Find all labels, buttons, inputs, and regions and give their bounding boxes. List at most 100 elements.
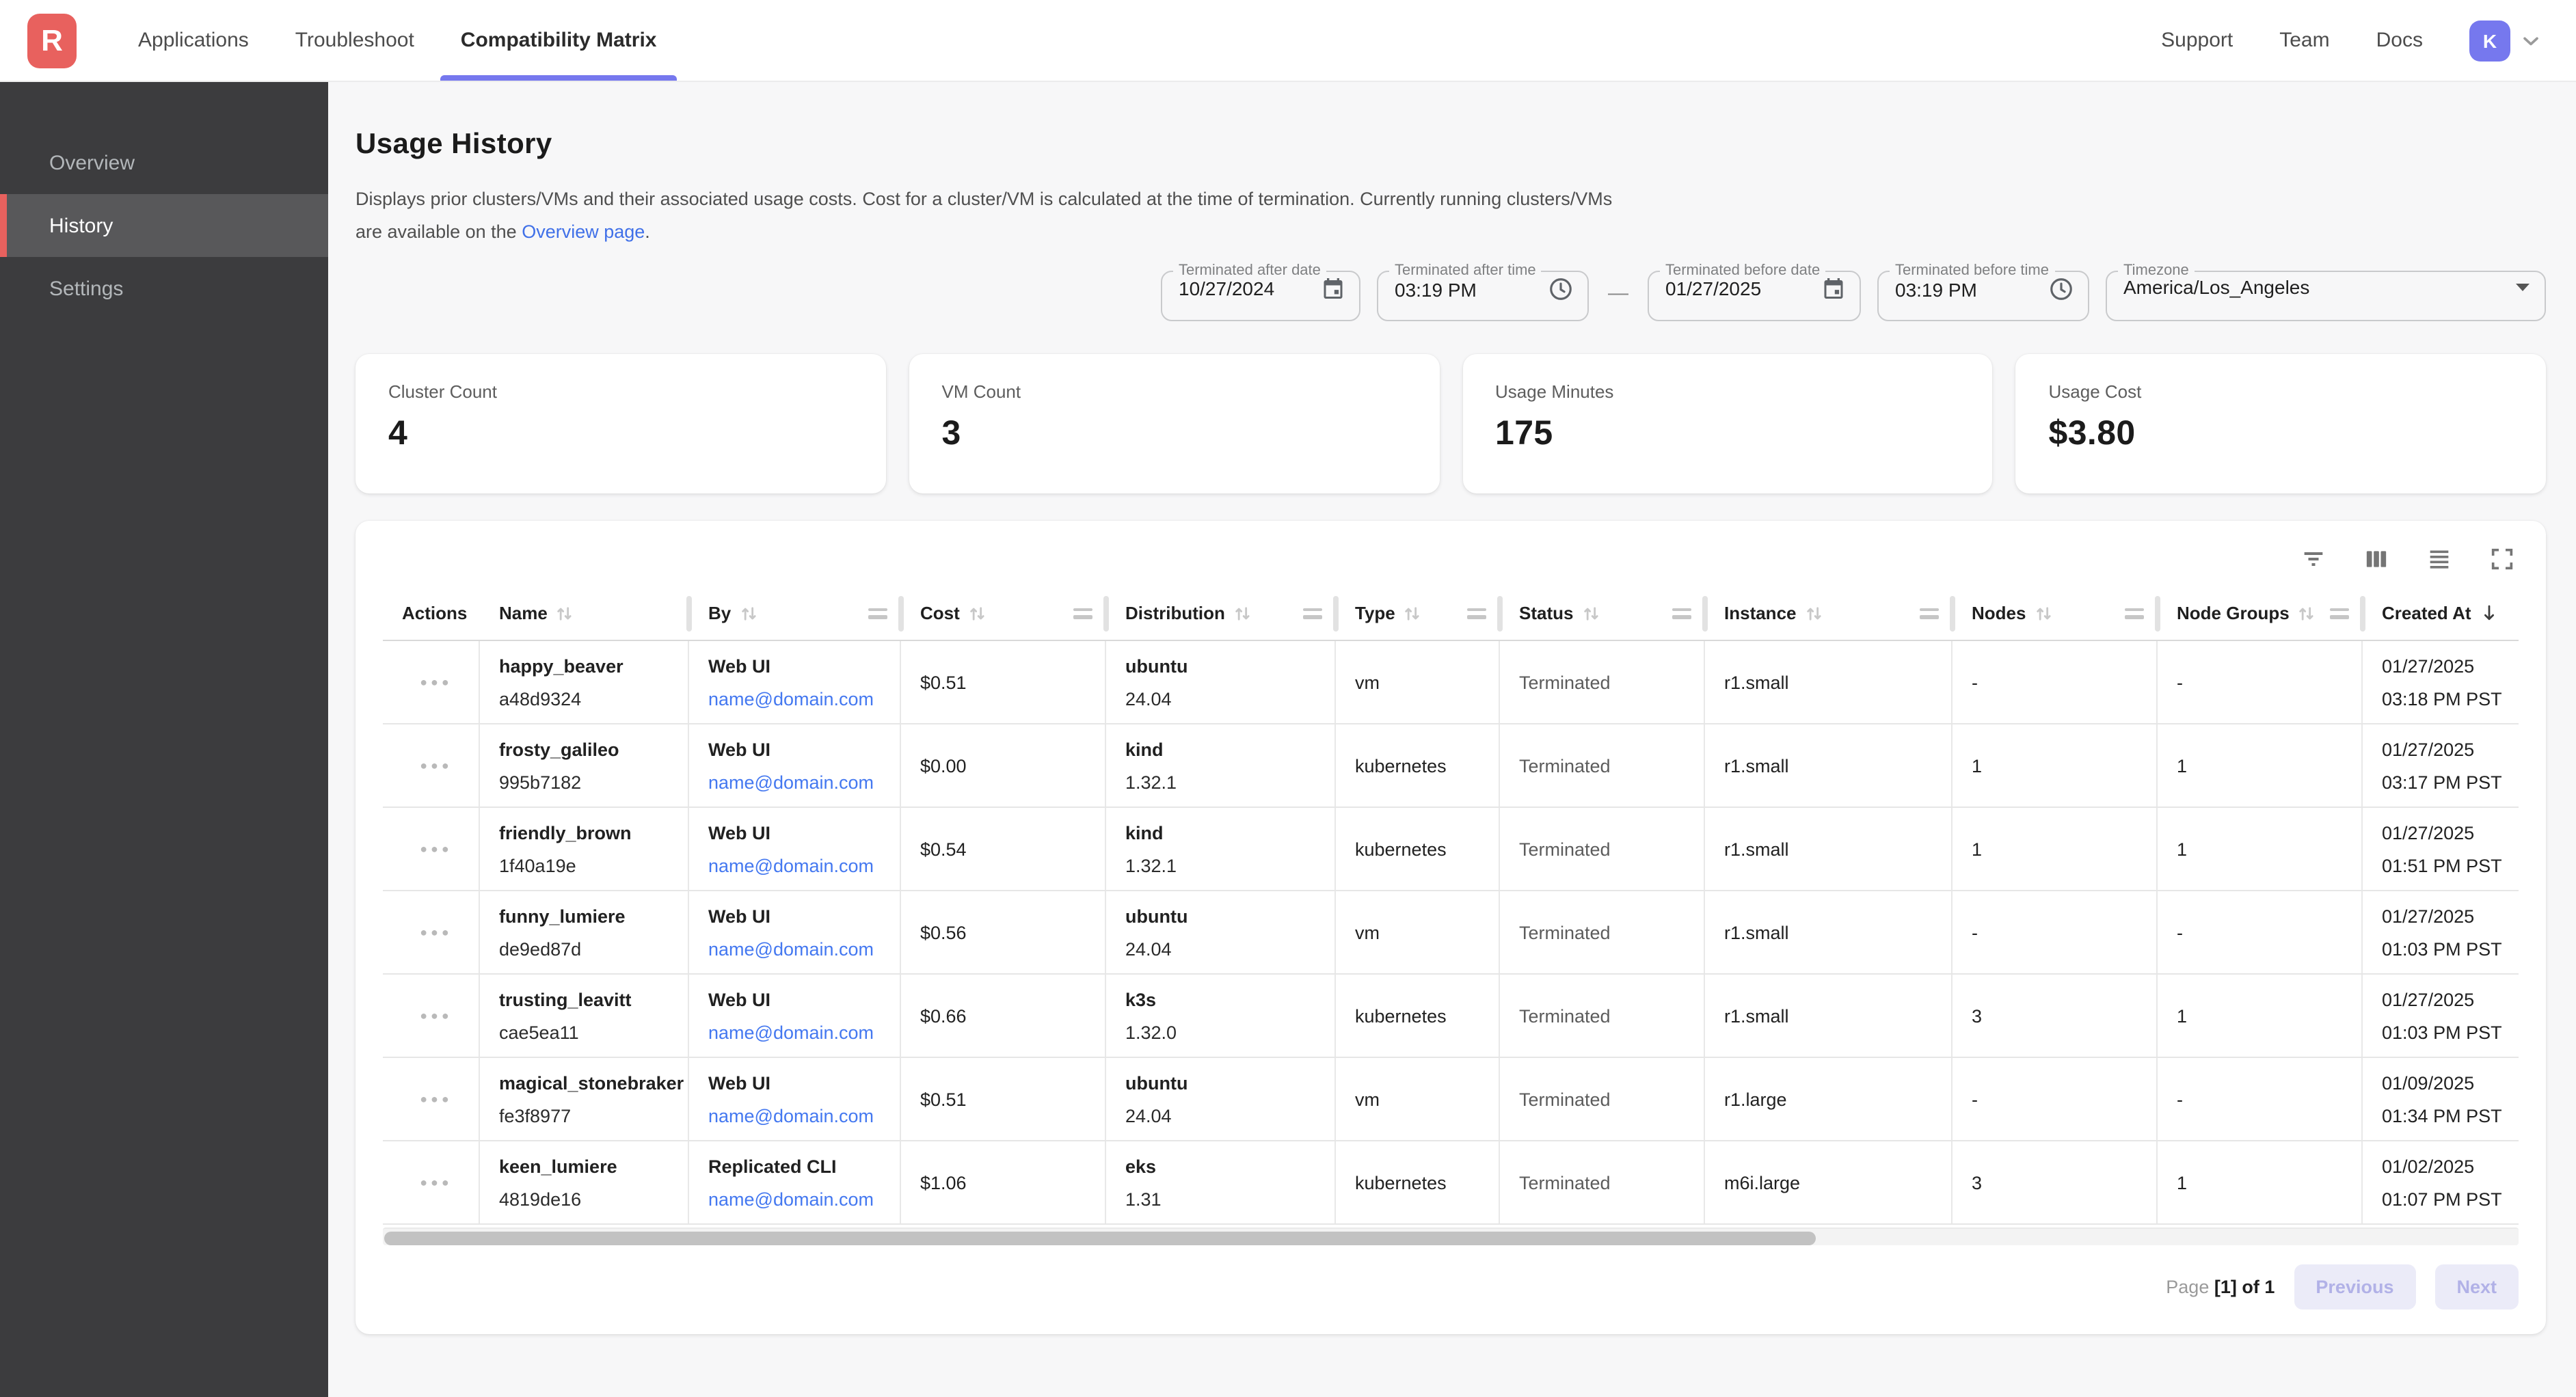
sort-icon[interactable] <box>2298 604 2317 623</box>
column-menu-icon[interactable] <box>1672 608 1691 619</box>
terminated-before-time-field[interactable]: Terminated before time 03:19 PM <box>1877 265 2089 322</box>
cost-cell: $0.51 <box>901 642 1106 724</box>
column-resize-handle[interactable] <box>1103 597 1109 632</box>
filter-icon[interactable] <box>2300 546 2327 573</box>
calendar-icon[interactable] <box>1321 277 1345 301</box>
terminated-before-date-field[interactable]: Terminated before date 01/27/2025 <box>1648 265 1861 322</box>
column-header-instance[interactable]: Instance <box>1705 587 1953 640</box>
sort-icon[interactable] <box>556 604 575 623</box>
cost-value: $0.00 <box>920 756 1097 776</box>
status-value: Terminated <box>1519 756 1695 776</box>
created-by-email-link[interactable]: name@domain.com <box>708 689 891 709</box>
node-groups-cell: - <box>2158 1059 2363 1141</box>
nav-link-support[interactable]: Support <box>2161 29 2233 52</box>
sidebar-item-settings[interactable]: Settings <box>0 257 328 320</box>
columns-icon[interactable] <box>2363 546 2390 573</box>
column-header-nodes[interactable]: Nodes <box>1953 587 2158 640</box>
fullscreen-icon[interactable] <box>2488 546 2516 573</box>
timezone-select[interactable]: Timezone America/Los_Angeles <box>2106 265 2546 322</box>
density-icon[interactable] <box>2426 546 2453 573</box>
terminated-after-time-field[interactable]: Terminated after time 03:19 PM <box>1377 265 1589 322</box>
column-menu-icon[interactable] <box>1073 608 1092 619</box>
created-by-email-link[interactable]: name@domain.com <box>708 856 891 876</box>
column-menu-icon[interactable] <box>1467 608 1486 619</box>
instance-cell: r1.small <box>1705 642 1953 724</box>
row-actions-menu-icon[interactable]: ●●● <box>420 676 453 690</box>
nav-link-team[interactable]: Team <box>2279 29 2329 52</box>
sidebar-item-overview[interactable]: Overview <box>0 131 328 194</box>
next-button[interactable]: Next <box>2434 1265 2519 1310</box>
column-header-created-at[interactable]: Created At <box>2363 587 2519 640</box>
column-menu-icon[interactable] <box>1920 608 1939 619</box>
cluster-name: happy_beaver <box>499 656 680 677</box>
scrollbar-thumb[interactable] <box>384 1232 1815 1245</box>
app-logo[interactable]: R <box>27 13 77 68</box>
sort-icon[interactable] <box>968 604 987 623</box>
column-menu-icon[interactable] <box>1303 608 1322 619</box>
row-actions-menu-icon[interactable]: ●●● <box>420 926 453 940</box>
sort-icon[interactable] <box>1581 604 1600 623</box>
created-by-email-link[interactable]: name@domain.com <box>708 1022 891 1043</box>
previous-button[interactable]: Previous <box>2294 1265 2415 1310</box>
column-header-name[interactable]: Name <box>480 587 689 640</box>
created-date: 01/27/2025 <box>2382 740 2510 760</box>
row-actions-menu-icon[interactable]: ●●● <box>420 1176 453 1190</box>
nav-tab-compatibility-matrix[interactable]: Compatibility Matrix <box>438 0 680 81</box>
calendar-icon[interactable] <box>1821 277 1846 301</box>
row-actions-menu-icon[interactable]: ●●● <box>420 1093 453 1107</box>
nodes-cell: - <box>1953 1059 2158 1141</box>
column-resize-handle[interactable] <box>1497 597 1503 632</box>
nav-link-docs[interactable]: Docs <box>2376 29 2423 52</box>
row-actions-menu-icon[interactable]: ●●● <box>420 759 453 773</box>
clock-icon[interactable] <box>2048 277 2074 303</box>
created-by-source: Web UI <box>708 823 891 843</box>
column-menu-icon[interactable] <box>2330 608 2349 619</box>
sidebar: Overview History Settings <box>0 82 328 1397</box>
row-actions-menu-icon[interactable]: ●●● <box>420 843 453 856</box>
cluster-name: frosty_galileo <box>499 740 680 760</box>
created-at-cell: 01/27/2025 03:17 PM PST <box>2363 725 2519 807</box>
column-resize-handle[interactable] <box>2360 597 2365 632</box>
sort-icon[interactable] <box>1805 604 1824 623</box>
created-by-email-link[interactable]: name@domain.com <box>708 939 891 960</box>
column-resize-handle[interactable] <box>686 597 692 632</box>
sort-icon[interactable] <box>739 604 758 623</box>
distribution-name: kind <box>1125 740 1326 760</box>
column-header-node-groups[interactable]: Node Groups <box>2158 587 2363 640</box>
terminated-after-date-field[interactable]: Terminated after date 10/27/2024 <box>1161 265 1360 322</box>
column-resize-handle[interactable] <box>898 597 904 632</box>
sort-icon[interactable] <box>2034 604 2053 623</box>
column-menu-icon[interactable] <box>2125 608 2144 619</box>
node-groups-value: - <box>2177 923 2353 943</box>
nav-tabs: Applications Troubleshoot Compatibility … <box>115 0 680 81</box>
by-cell: Web UI name@domain.com <box>689 642 901 724</box>
column-header-type[interactable]: Type <box>1336 587 1500 640</box>
active-item-accent <box>0 194 7 257</box>
description-period: . <box>645 221 650 241</box>
nav-tab-applications[interactable]: Applications <box>115 0 272 81</box>
sort-icon[interactable] <box>1233 604 1252 623</box>
column-header-status[interactable]: Status <box>1500 587 1705 640</box>
column-header-distribution[interactable]: Distribution <box>1106 587 1336 640</box>
column-header-by[interactable]: By <box>689 587 901 640</box>
column-menu-icon[interactable] <box>868 608 887 619</box>
nav-tab-troubleshoot[interactable]: Troubleshoot <box>272 0 438 81</box>
row-actions-cell: ●●● <box>383 642 480 724</box>
column-resize-handle[interactable] <box>1702 597 1708 632</box>
created-by-email-link[interactable]: name@domain.com <box>708 772 891 793</box>
column-header-cost[interactable]: Cost <box>901 587 1106 640</box>
overview-page-link[interactable]: Overview page <box>522 221 645 241</box>
sort-icon[interactable] <box>1404 604 1423 623</box>
column-resize-handle[interactable] <box>1333 597 1339 632</box>
name-cell: magical_stonebraker fe3f8977 <box>480 1059 689 1141</box>
row-actions-menu-icon[interactable]: ●●● <box>420 1009 453 1023</box>
created-by-email-link[interactable]: name@domain.com <box>708 1106 891 1126</box>
column-resize-handle[interactable] <box>2155 597 2160 632</box>
sort-desc-icon[interactable] <box>2480 603 2500 624</box>
sidebar-item-history[interactable]: History <box>0 194 328 257</box>
column-resize-handle[interactable] <box>1950 597 1955 632</box>
horizontal-scrollbar[interactable] <box>383 1228 2519 1246</box>
created-by-email-link[interactable]: name@domain.com <box>708 1189 891 1210</box>
user-menu[interactable]: K <box>2469 20 2543 61</box>
clock-icon[interactable] <box>1548 277 1574 303</box>
